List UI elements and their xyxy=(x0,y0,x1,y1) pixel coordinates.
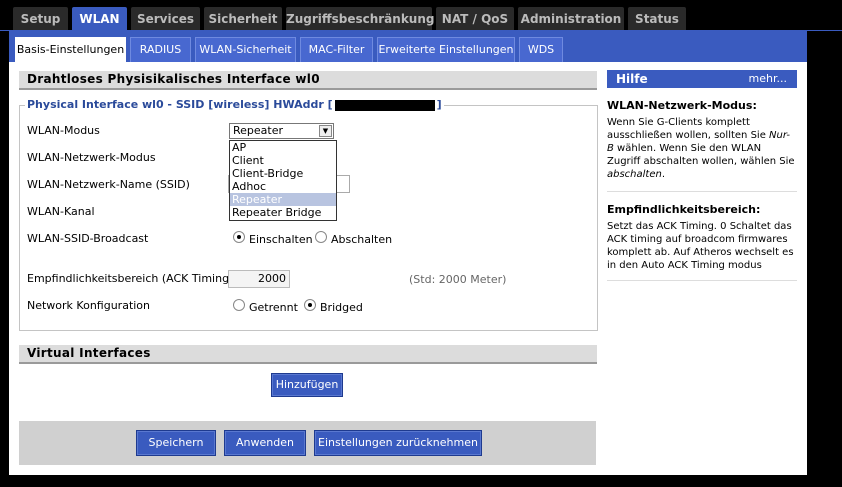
help-heading-ack: Empfindlichkeitsbereich: xyxy=(607,203,761,216)
save-button[interactable]: Speichern xyxy=(137,431,215,455)
label-network-mode: WLAN-Netzwerk-Modus xyxy=(27,151,156,164)
radio-broadcast-on[interactable] xyxy=(233,231,245,243)
help-p1-em2: abschalten xyxy=(607,169,662,180)
wlan-mode-value: Repeater xyxy=(233,124,284,137)
radio-broadcast-off[interactable] xyxy=(315,231,327,243)
tab-setup[interactable]: Setup xyxy=(13,7,68,31)
tab-services[interactable]: Services xyxy=(131,7,200,31)
subtab-wds[interactable]: WDS xyxy=(519,37,563,62)
wlan-mode-dropdown: AP Client Client-Bridge Adhoc Repeater R… xyxy=(229,140,337,221)
tab-wlan[interactable]: WLAN xyxy=(72,7,127,32)
option-repeater[interactable]: Repeater xyxy=(230,193,336,206)
label-ack-timing: Empfindlichkeitsbereich (ACK Timing) xyxy=(27,272,234,285)
ack-timing-hint: (Std: 2000 Meter) xyxy=(409,273,507,286)
option-client[interactable]: Client xyxy=(230,154,336,167)
label-network-configuration: Network Konfiguration xyxy=(27,299,151,312)
tab-administration[interactable]: Administration xyxy=(518,7,624,31)
help-p1-b: wählen. Wenn Sie den WLAN Zugriff abscha… xyxy=(607,143,795,167)
bridged-label: Bridged xyxy=(320,301,363,314)
chevron-down-icon[interactable]: ▼ xyxy=(319,125,332,137)
help-text-ack: Setzt das ACK Timing. 0 Schaltet das ACK… xyxy=(607,221,794,271)
broadcast-off-label: Abschalten xyxy=(331,233,393,246)
label-ssid-broadcast: WLAN-SSID-Broadcast xyxy=(27,232,149,245)
fieldset-legend: Physical Interface wl0 - SSID [wireless]… xyxy=(25,98,444,111)
help-separator xyxy=(607,191,797,192)
section-header-virtual-interfaces: Virtual Interfaces xyxy=(19,345,597,364)
legend-text: Physical Interface wl0 - SSID [wireless]… xyxy=(27,98,333,111)
ack-timing-value: 2000 xyxy=(258,272,286,285)
help-heading-network-mode: WLAN-Netzwerk-Modus: xyxy=(607,99,757,112)
tab-nat-qos[interactable]: NAT / QoS xyxy=(436,7,514,31)
help-separator-2 xyxy=(607,280,797,281)
help-p1-a: Wenn Sie G-Clients komplett ausschließen… xyxy=(607,117,770,141)
option-adhoc[interactable]: Adhoc xyxy=(230,180,336,193)
label-channel: WLAN-Kanal xyxy=(27,205,95,218)
reset-settings-button[interactable]: Einstellungen zurücknehmen xyxy=(315,431,481,455)
option-repeater-bridge[interactable]: Repeater Bridge xyxy=(230,206,336,219)
unbridged-label: Getrennt xyxy=(249,301,298,314)
help-text-network-mode: Wenn Sie G-Clients komplett ausschließen… xyxy=(607,116,795,181)
footer-button-bar xyxy=(19,421,596,465)
legend-end: ] xyxy=(436,98,442,111)
help-title: Hilfe xyxy=(616,72,648,86)
label-ssid: WLAN-Netzwerk-Name (SSID) xyxy=(27,178,190,191)
subtab-advanced-settings[interactable]: Erweiterte Einstellungen xyxy=(377,37,515,62)
help-panel: Hilfe mehr... WLAN-Netzwerk-Modus: Wenn … xyxy=(607,70,797,475)
tab-status[interactable]: Status xyxy=(628,7,686,31)
broadcast-on-label: Einschalten xyxy=(249,233,313,246)
help-header: Hilfe mehr... xyxy=(607,70,797,88)
label-wlan-mode: WLAN-Modus xyxy=(27,124,100,137)
help-more-link[interactable]: mehr... xyxy=(749,70,787,88)
tab-access-restrictions[interactable]: Zugriffsbeschränkung xyxy=(286,7,434,31)
help-p1-c: . xyxy=(661,169,666,180)
radio-bridged[interactable] xyxy=(304,299,316,311)
radio-unbridged[interactable] xyxy=(233,299,245,311)
subtab-mac-filter[interactable]: MAC-Filter xyxy=(300,37,373,62)
option-client-bridge[interactable]: Client-Bridge xyxy=(230,167,336,180)
apply-button[interactable]: Anwenden xyxy=(225,431,305,455)
hwaddr-redacted xyxy=(334,99,435,111)
tab-security[interactable]: Sicherheit xyxy=(204,7,282,31)
subtab-basic-settings[interactable]: Basis-Einstellungen xyxy=(15,37,126,62)
wlan-mode-select[interactable]: Repeater ▼ xyxy=(229,123,334,139)
option-ap[interactable]: AP xyxy=(230,141,336,154)
ack-timing-input[interactable]: 2000 xyxy=(228,270,290,288)
section-header-physical-interface: Drahtloses Physisikalisches Interface wl… xyxy=(19,71,597,90)
add-virtual-interface-button[interactable]: Hinzufügen xyxy=(272,374,342,396)
subtab-radius[interactable]: RADIUS xyxy=(130,37,191,62)
subtab-wlan-security[interactable]: WLAN-Sicherheit xyxy=(195,37,296,62)
